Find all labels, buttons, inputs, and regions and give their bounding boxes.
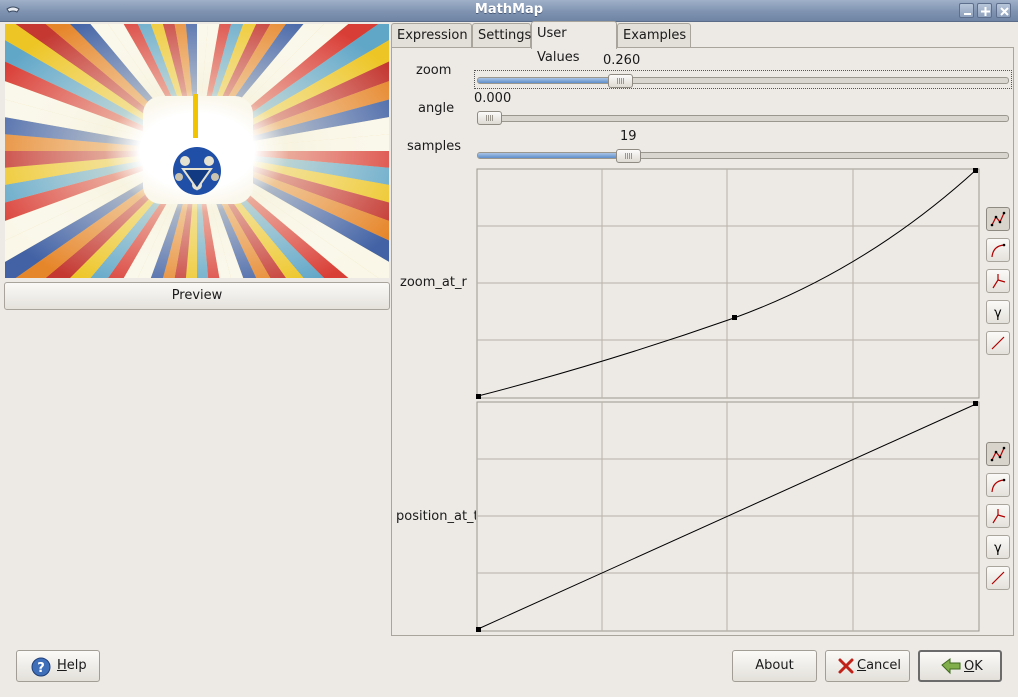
zoom-curve-freehand-button[interactable]	[986, 238, 1010, 262]
curve-control-point[interactable]	[476, 627, 481, 632]
mathmap-window: MathMap Preview Expression Settings User…	[0, 0, 1018, 697]
position-curve-gamma-button[interactable]: γ	[986, 535, 1010, 559]
zoom-curve-spline-button[interactable]	[986, 207, 1010, 231]
curve-reset-icon	[992, 274, 1006, 289]
ok-label: K	[974, 659, 983, 674]
window-title: MathMap	[474, 2, 544, 17]
angle-value: 0.000	[474, 91, 512, 106]
help-icon: ?	[31, 657, 51, 677]
preview-image	[5, 24, 389, 278]
maximize-button[interactable]	[977, 3, 992, 18]
ok-mnemonic: O	[964, 659, 975, 674]
position-at-t-label: position_at_t	[396, 509, 479, 524]
close-icon	[1000, 7, 1009, 16]
angle-label: angle	[418, 101, 455, 116]
svg-text:?: ?	[37, 661, 45, 676]
zoom-slider-thumb[interactable]	[608, 74, 633, 88]
cancel-label: ancel	[866, 658, 902, 673]
svg-text:γ: γ	[994, 306, 1002, 320]
samples-slider[interactable]	[477, 152, 1009, 159]
zoom-curve-reset-button[interactable]	[986, 269, 1010, 293]
position-curve-reset-button[interactable]	[986, 504, 1010, 528]
curve-control-point[interactable]	[476, 394, 481, 399]
zoom-slider-fill	[478, 78, 618, 83]
tab-examples[interactable]: Examples	[617, 23, 691, 48]
position-curve-freehand-button[interactable]	[986, 473, 1010, 497]
maximize-icon	[981, 7, 990, 16]
preview-button[interactable]: Preview	[4, 282, 390, 310]
tab-user-values[interactable]: User Values	[531, 21, 617, 65]
zoom-at-r-label: zoom_at_r	[400, 275, 467, 290]
help-label: elp	[66, 658, 87, 673]
zoom-label: zoom	[416, 63, 452, 78]
svg-text:γ: γ	[994, 541, 1002, 555]
position-curve-spline-button[interactable]	[986, 442, 1010, 466]
curve-spline-icon	[990, 446, 1006, 462]
minimize-icon	[964, 13, 971, 15]
help-button[interactable]: ? Help	[16, 650, 100, 682]
gamma-icon: γ	[994, 541, 1002, 555]
cancel-button[interactable]: Cancel	[825, 650, 910, 682]
curve-control-point[interactable]	[732, 315, 737, 320]
curve-linear-icon	[991, 336, 1005, 350]
zoom-curve-linear-button[interactable]	[986, 331, 1010, 355]
zoom-at-r-curve[interactable]	[476, 168, 980, 400]
curve-freehand-icon	[991, 243, 1006, 258]
ok-icon	[941, 658, 961, 675]
curve-reset-icon	[992, 509, 1006, 524]
position-at-t-curve[interactable]	[476, 401, 980, 633]
samples-value: 19	[620, 129, 637, 144]
curve-control-point[interactable]	[973, 168, 978, 173]
zoom-slider[interactable]	[477, 77, 1009, 84]
ok-button[interactable]: OK	[918, 650, 1002, 682]
angle-slider-thumb[interactable]	[477, 111, 502, 125]
help-mnemonic: H	[57, 658, 67, 673]
curve-control-point[interactable]	[973, 401, 978, 406]
gamma-icon: γ	[994, 306, 1002, 320]
about-button[interactable]: About	[732, 650, 817, 682]
title-bar[interactable]: MathMap	[0, 0, 1018, 22]
tab-expression[interactable]: Expression	[391, 23, 472, 48]
cancel-mnemonic: C	[857, 658, 867, 673]
close-button[interactable]	[996, 3, 1011, 18]
curve-linear-icon	[991, 571, 1005, 585]
tab-settings[interactable]: Settings	[472, 23, 531, 48]
curve-freehand-icon	[991, 478, 1006, 493]
position-curve-linear-button[interactable]	[986, 566, 1010, 590]
cancel-icon	[838, 658, 854, 674]
samples-slider-fill	[478, 153, 628, 158]
curve-spline-icon	[990, 211, 1006, 227]
angle-slider[interactable]	[477, 115, 1009, 122]
zoom-value: 0.260	[603, 53, 641, 68]
zoom-curve-gamma-button[interactable]: γ	[986, 300, 1010, 324]
samples-slider-thumb[interactable]	[616, 149, 641, 163]
samples-label: samples	[407, 139, 462, 154]
minimize-button[interactable]	[959, 3, 974, 18]
